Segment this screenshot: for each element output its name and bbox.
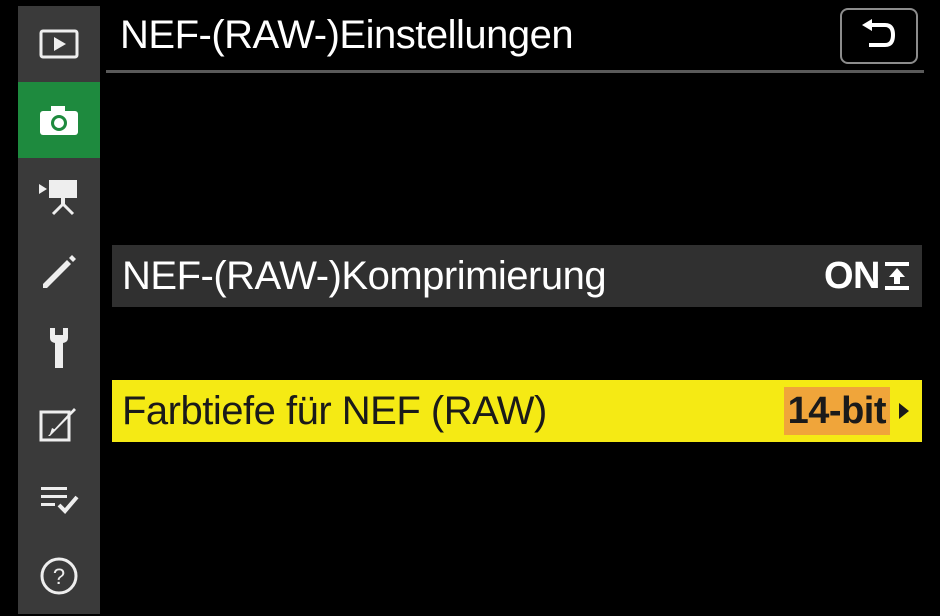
camera-icon	[40, 106, 78, 135]
tab-photo-shooting[interactable]	[18, 82, 100, 158]
tab-movie-shooting[interactable]	[18, 158, 100, 234]
pencil-icon	[43, 255, 76, 288]
tab-setup[interactable]	[18, 310, 100, 386]
retouch-icon	[39, 408, 76, 442]
movie-camera-icon	[39, 180, 77, 216]
svg-text:?: ?	[53, 564, 65, 589]
tab-my-menu[interactable]	[18, 462, 100, 538]
sidebar: ?	[18, 6, 100, 614]
playback-icon	[39, 29, 79, 59]
menu-item-label: Farbtiefe für NEF (RAW)	[122, 388, 547, 433]
value-text: ON	[824, 254, 881, 297]
return-arrow-icon	[862, 19, 896, 47]
tab-retouch[interactable]	[18, 386, 100, 462]
compression-icon	[885, 262, 909, 290]
title-divider	[106, 70, 924, 73]
my-menu-icon	[41, 487, 79, 514]
menu-item-value: ON	[824, 255, 910, 298]
menu-item-raw-compression[interactable]: NEF-(RAW-)Komprimierung ON	[112, 245, 922, 307]
value-text: 14-bit	[783, 387, 890, 435]
tab-custom-settings[interactable]	[18, 234, 100, 310]
menu-item-label: NEF-(RAW-)Komprimierung	[122, 253, 607, 298]
tab-help[interactable]: ?	[18, 538, 100, 614]
menu-item-raw-bit-depth[interactable]: Farbtiefe für NEF (RAW) 14-bit	[112, 380, 922, 442]
menu-item-value: 14-bit	[783, 387, 910, 435]
wrench-icon	[50, 328, 68, 368]
sidebar-divider	[100, 6, 106, 614]
help-icon: ?	[40, 557, 78, 595]
tab-playback[interactable]	[18, 6, 100, 82]
chevron-right-icon	[899, 403, 909, 419]
back-button[interactable]	[840, 8, 918, 64]
page-title: NEF-(RAW-)Einstellungen	[120, 13, 574, 57]
